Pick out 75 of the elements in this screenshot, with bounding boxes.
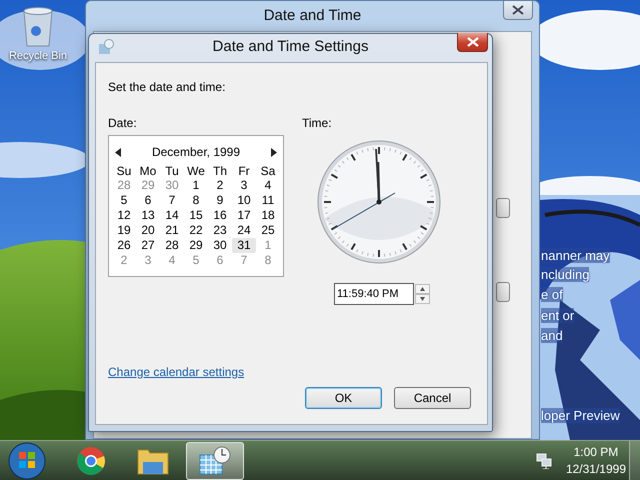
wallpaper-text: and xyxy=(541,328,563,343)
calendar-day[interactable]: 22 xyxy=(184,223,208,238)
calendar-day[interactable]: 18 xyxy=(256,208,280,223)
calendar-day[interactable]: 4 xyxy=(256,178,280,193)
weekday-label: Th xyxy=(212,163,228,178)
wallpaper-text: loper Preview xyxy=(541,408,620,423)
month-title[interactable]: December, 1999 xyxy=(152,145,240,159)
calendar-day[interactable]: 8 xyxy=(184,193,208,208)
wallpaper-text: ent or xyxy=(541,308,574,323)
weekday-label: Fr xyxy=(237,163,251,178)
calendar-day[interactable]: 23 xyxy=(208,223,232,238)
dialog-button[interactable]: Cancel xyxy=(394,387,471,409)
calendar-day[interactable]: 26 xyxy=(112,238,136,253)
spin-down-icon[interactable] xyxy=(415,294,430,304)
calendar-day[interactable]: 9 xyxy=(208,193,232,208)
calendar-day[interactable]: 21 xyxy=(160,223,184,238)
weekday-label: Tu xyxy=(164,163,180,178)
calendar-day[interactable]: 2 xyxy=(208,178,232,193)
calendar-day[interactable]: 20 xyxy=(136,223,160,238)
show-desktop-button[interactable] xyxy=(629,441,640,480)
wallpaper-text: nanner may xyxy=(541,248,610,263)
calendar-day[interactable]: 1 xyxy=(184,178,208,193)
time-label: Time: xyxy=(302,116,332,130)
start-button[interactable] xyxy=(8,442,46,480)
date-label: Date: xyxy=(108,116,138,130)
time-field[interactable]: 11:59:40 PM xyxy=(334,283,414,305)
recycle-bin-icon[interactable] xyxy=(21,6,55,48)
dialog-button[interactable]: OK xyxy=(305,387,382,409)
button[interactable] xyxy=(496,198,510,218)
calendar-settings-link[interactable]: Change calendar settings xyxy=(108,365,244,379)
prompt-text: Set the date and time: xyxy=(108,80,226,94)
calendar-day[interactable]: 5 xyxy=(112,193,136,208)
wallpaper-text: e of xyxy=(541,287,563,302)
browser-icon[interactable] xyxy=(76,446,106,476)
previous-month-icon[interactable] xyxy=(115,148,121,156)
close-icon xyxy=(466,37,478,47)
calendar-day[interactable]: 11 xyxy=(256,193,280,208)
taskbar-clock[interactable]: 1:00 PM 12/31/1999 xyxy=(566,444,626,478)
close-button[interactable] xyxy=(503,1,533,20)
calendar-day[interactable]: 15 xyxy=(184,208,208,223)
spin-up-icon[interactable] xyxy=(415,284,430,294)
calendar-clock-icon[interactable] xyxy=(198,446,232,476)
calendar-day[interactable]: 14 xyxy=(160,208,184,223)
calendar-day[interactable]: 10 xyxy=(232,193,256,208)
weekday-label: We xyxy=(186,163,206,178)
calendar-day[interactable]: 25 xyxy=(256,223,280,238)
close-button[interactable] xyxy=(457,33,488,52)
network-icon[interactable] xyxy=(536,452,552,468)
calendar-day[interactable]: 28 xyxy=(160,238,184,253)
close-icon xyxy=(512,5,524,15)
calendar-day[interactable]: 16 xyxy=(208,208,232,223)
calendar-day[interactable]: 7 xyxy=(160,193,184,208)
calendar-day[interactable]: 24 xyxy=(232,223,256,238)
calendar-day[interactable]: 30 xyxy=(208,238,232,253)
calendar-day[interactable]: 12 xyxy=(112,208,136,223)
weekday-label: Sa xyxy=(260,163,276,178)
wallpaper-text: ncluding xyxy=(541,267,590,282)
calendar-day[interactable]: 13 xyxy=(136,208,160,223)
dialog-title: Date and Time Settings xyxy=(212,38,368,55)
calendar-day[interactable]: 31 xyxy=(232,238,256,253)
calendar-day[interactable]: 19 xyxy=(112,223,136,238)
weekday-label: Mo xyxy=(138,163,158,178)
clock-date: 12/31/1999 xyxy=(566,460,626,478)
calendar-day[interactable]: 17 xyxy=(232,208,256,223)
clock-time: 1:00 PM xyxy=(574,444,618,460)
window-title: Date and Time xyxy=(262,7,362,24)
taskbar-button[interactable] xyxy=(186,442,244,480)
next-month-icon[interactable] xyxy=(271,148,277,156)
window-icon xyxy=(98,39,114,55)
calendar-day[interactable]: 6 xyxy=(136,193,160,208)
weekday-label: Su xyxy=(116,163,132,178)
calendar-day[interactable]: 29 xyxy=(184,238,208,253)
calendar-day[interactable]: 27 xyxy=(136,238,160,253)
calendar-day[interactable]: 3 xyxy=(232,178,256,193)
button[interactable] xyxy=(496,282,510,302)
